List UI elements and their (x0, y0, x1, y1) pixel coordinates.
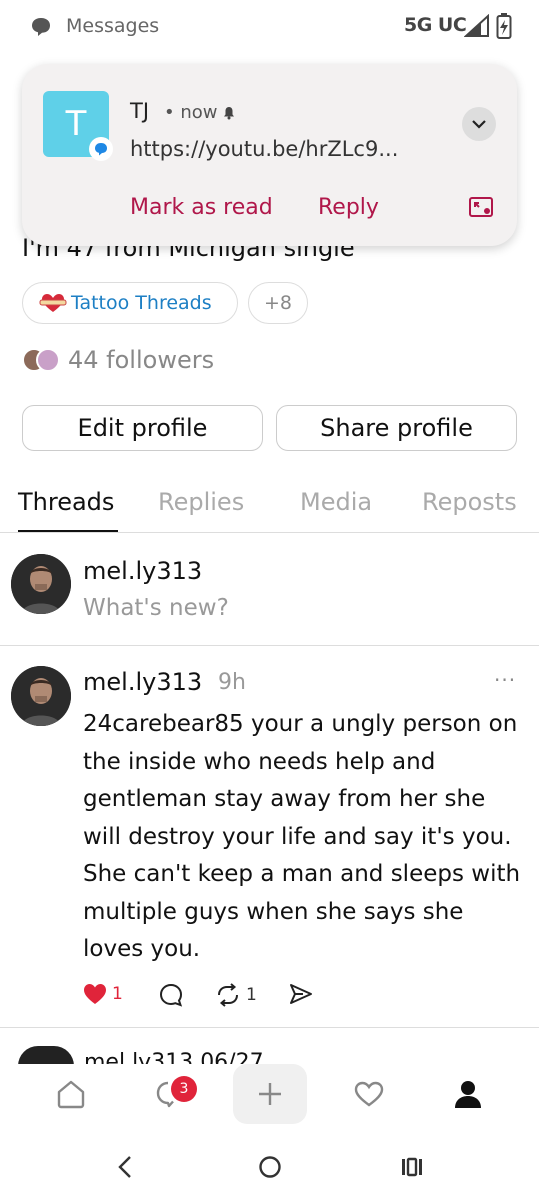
home-icon (57, 1080, 85, 1109)
thread-post[interactable]: mel.ly313 9h ··· 24carebear85 your a ung… (0, 646, 539, 1028)
mark-as-read-button[interactable]: Mark as read (130, 195, 273, 220)
message-notification[interactable]: T TJ • now https://youtu.be/hrZLc9... Ma… (22, 64, 517, 246)
chevron-down-icon (472, 120, 486, 129)
heart-filled-icon (84, 984, 106, 1004)
share-button[interactable] (288, 982, 314, 1006)
plus-icon (259, 1083, 281, 1105)
repost-icon (218, 983, 238, 1007)
chat-bubble-icon (95, 143, 107, 156)
avatar[interactable] (11, 666, 71, 726)
post-body: 24carebear85 your a ungly person on the … (83, 711, 521, 962)
community-chip[interactable]: Tattoo Threads (22, 282, 238, 324)
followers-count: 44 followers (68, 346, 215, 374)
like-button[interactable]: 1 (82, 982, 123, 1006)
post-actions: 1 1 (82, 982, 342, 1010)
reply-button[interactable]: Reply (318, 195, 379, 220)
nav-likes[interactable] (332, 1064, 406, 1124)
compose-row[interactable]: mel.ly313 What's new? (0, 533, 539, 646)
user-photo-icon (11, 666, 71, 726)
network-type: 5G UC (404, 14, 467, 36)
next-post-header: mel.ly313 06/27 (84, 1050, 264, 1064)
edit-profile-button[interactable]: Edit profile (22, 405, 263, 451)
back-icon[interactable] (110, 1151, 142, 1183)
compose-placeholder[interactable]: What's new? (83, 595, 229, 621)
comment-button[interactable] (158, 982, 184, 1008)
notification-time: • now (164, 102, 218, 123)
compose-username: mel.ly313 (83, 557, 203, 585)
community-chip-label: Tattoo Threads (71, 292, 212, 314)
notification-text: https://youtu.be/hrZLc9... (130, 137, 399, 161)
more-options-icon[interactable]: ··· (494, 668, 516, 692)
post-time: 9h (218, 670, 246, 695)
avatar[interactable] (18, 1046, 74, 1066)
nav-compose[interactable] (233, 1064, 307, 1124)
more-communities-chip[interactable]: +8 (248, 282, 308, 324)
follower-avatars (22, 348, 62, 372)
nav-home[interactable] (34, 1064, 108, 1124)
tab-replies[interactable]: Replies (158, 488, 244, 516)
tab-reposts[interactable]: Reposts (422, 488, 517, 516)
home-circle-icon[interactable] (254, 1151, 286, 1183)
nav-profile[interactable] (431, 1064, 505, 1124)
status-app-label: Messages (66, 15, 160, 37)
share-profile-button[interactable]: Share profile (276, 405, 517, 451)
open-in-bubble-icon[interactable] (468, 196, 494, 218)
system-navigation (0, 1135, 539, 1200)
expand-button[interactable] (462, 107, 496, 141)
active-tab-indicator (18, 530, 118, 532)
avatar (11, 554, 71, 614)
heart-outline-icon (354, 1081, 384, 1107)
messages-icon (32, 18, 50, 36)
follower-avatar (36, 348, 60, 372)
heart-tattoo-icon (39, 294, 67, 312)
signal-icon (464, 14, 489, 37)
battery-charging-icon (496, 13, 512, 39)
post-username[interactable]: mel.ly313 (83, 668, 202, 696)
tab-threads[interactable]: Threads (18, 488, 114, 516)
notification-count-badge: 3 (171, 1076, 197, 1102)
messages-badge-icon (89, 137, 113, 161)
profile-icon (455, 1081, 481, 1108)
notification-sender: TJ (130, 99, 150, 123)
user-photo-icon (11, 554, 71, 614)
repost-count: 1 (246, 985, 257, 1005)
recent-apps-icon[interactable] (396, 1151, 428, 1183)
bottom-navigation: 3 (0, 1064, 539, 1130)
comment-icon (159, 983, 183, 1007)
status-bar: Messages 5G UC (0, 0, 539, 56)
profile-tabs: Threads Replies Media Reposts (0, 478, 539, 533)
send-icon (290, 984, 312, 1004)
repost-button[interactable]: 1 (214, 982, 257, 1008)
tab-media[interactable]: Media (300, 488, 372, 516)
followers-row[interactable]: 44 followers (22, 346, 214, 374)
like-count: 1 (112, 984, 123, 1004)
bell-icon (224, 107, 234, 120)
